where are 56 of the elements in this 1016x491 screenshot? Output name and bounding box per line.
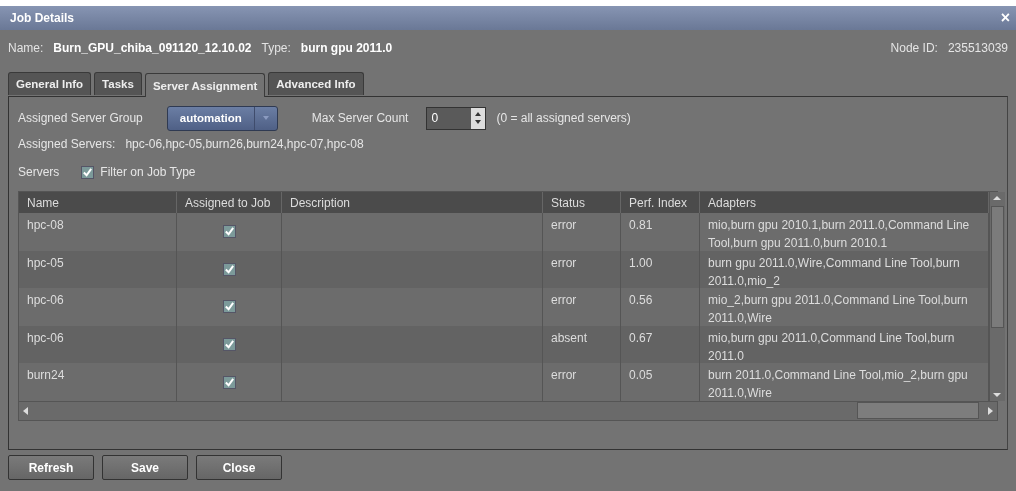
table-cell: absent	[543, 325, 621, 364]
max-server-count-spinner[interactable]: 0	[426, 106, 487, 130]
assigned-servers-list: hpc-06,hpc-05,burn26,burn24,hpc-07,hpc-08	[125, 137, 364, 151]
table-cell: burn24	[19, 363, 177, 401]
checkbox[interactable]	[222, 300, 236, 314]
server-group-label: Assigned Server Group	[18, 111, 143, 125]
close-button[interactable]: ×	[1000, 10, 1010, 26]
job-name: Burn_GPU_chiba_091120_12.10.02	[53, 41, 252, 55]
table-cell: error	[543, 363, 621, 401]
filter-label: Filter on Job Type	[100, 165, 196, 179]
checkbox[interactable]	[222, 338, 236, 352]
vertical-scrollbar[interactable]	[989, 192, 1005, 401]
name-label: Name:	[8, 41, 44, 55]
checkbox[interactable]	[222, 375, 236, 389]
window-title: Job Details	[10, 11, 75, 25]
node-id: 235513039	[947, 41, 1008, 55]
checkbox[interactable]	[222, 225, 236, 239]
dialog-button[interactable]: Close	[196, 455, 282, 480]
dialog-button[interactable]: Refresh	[8, 455, 94, 480]
job-type: burn gpu 2011.0	[300, 41, 393, 55]
table-cell: 0.67	[621, 325, 700, 364]
table-cell: hpc-06	[19, 325, 177, 364]
table-cell: 0.81	[621, 213, 700, 251]
column-header[interactable]: Name	[19, 192, 177, 213]
dialog-button[interactable]: Save	[102, 455, 188, 480]
tab[interactable]: Server Assignment	[144, 73, 266, 97]
column-header[interactable]: Adapters	[700, 192, 989, 213]
column-header[interactable]: Status	[543, 192, 621, 213]
max-server-count-label: Max Server Count	[311, 111, 409, 125]
table-cell: error	[543, 250, 621, 289]
table-cell: hpc-08	[19, 213, 177, 251]
spinner-arrows-icon[interactable]	[474, 111, 483, 125]
column-header[interactable]: Description	[282, 192, 543, 213]
dropdown-caret-icon	[262, 116, 269, 120]
type-label: Type:	[261, 41, 291, 55]
table-cell: 0.56	[621, 288, 700, 326]
servers-label: Servers	[18, 165, 60, 179]
max-server-count-hint: (0 = all assigned servers)	[496, 111, 631, 125]
table-cell: 1.00	[621, 250, 700, 289]
node-id-label: Node ID:	[890, 41, 938, 55]
tab[interactable]: General Info	[8, 72, 92, 95]
checkbox[interactable]	[81, 165, 95, 179]
table-cell: hpc-06	[19, 288, 177, 326]
tab[interactable]: Tasks	[94, 72, 142, 95]
server-group-dropdown[interactable]: automation	[166, 105, 278, 131]
table-cell: 0.05	[621, 363, 700, 401]
assigned-servers-label: Assigned Servers:	[18, 137, 116, 151]
column-header[interactable]: Assigned to Job	[177, 192, 282, 213]
table-cell: error	[543, 213, 621, 251]
checkbox[interactable]	[222, 262, 236, 276]
table-cell: error	[543, 288, 621, 326]
table-cell: hpc-05	[19, 250, 177, 289]
table-cell: burn 2011.0,Command Line Tool,mio_2,burn gpu 2011.0,Wire	[700, 363, 989, 401]
max-server-count-field[interactable]: 0	[427, 111, 472, 125]
tab[interactable]: Advanced Info	[268, 72, 364, 95]
column-header[interactable]: Perf. Index	[621, 192, 700, 213]
